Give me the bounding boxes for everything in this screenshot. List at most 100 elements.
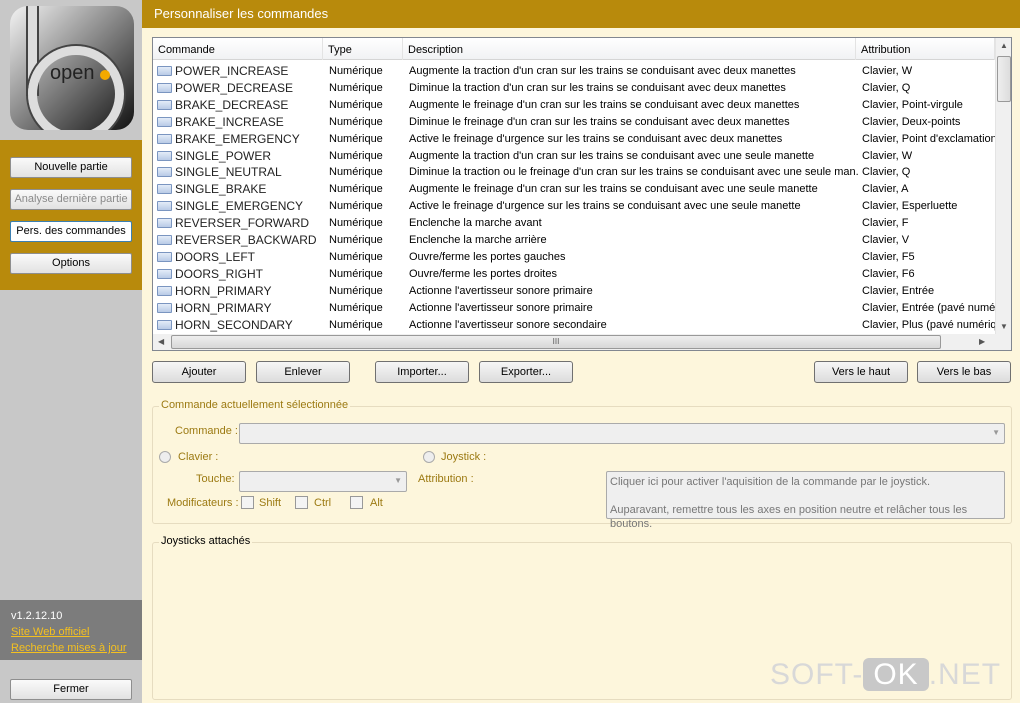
command-assignment: Clavier, Entrée (pavé numérique) — [862, 301, 995, 314]
selected-command-group: Commande actuellement sélectionnée Comma… — [152, 399, 1012, 530]
command-description: Actionne l'avertisseur sonore secondaire — [409, 318, 607, 331]
table-row[interactable]: HORN_PRIMARY Numérique Actionne l'avertiss… — [153, 300, 995, 317]
nav-panel: Nouvelle partie Analyse dernière partie … — [0, 140, 142, 290]
command-name: REVERSER_BACKWARD — [175, 233, 317, 247]
command-assignment: Clavier, Esperluette — [862, 200, 958, 213]
watermark: SOFT- OK .NET — [770, 658, 1002, 691]
command-description: Enclenche la marche arrière — [409, 234, 547, 246]
command-assignment: Clavier, Point d'exclamation — [862, 132, 995, 145]
table-row[interactable]: POWER_INCREASE Numérique Augmente la tract… — [153, 63, 995, 80]
command-assignment: Clavier, W — [862, 149, 913, 162]
keyboard-icon — [157, 235, 172, 245]
command-description: Augmente la traction d'un cran sur les t… — [409, 149, 815, 162]
keyboard-icon — [157, 251, 172, 262]
move-down-button[interactable]: Vers le bas — [917, 361, 1011, 383]
column-command[interactable]: Commande — [153, 38, 323, 60]
joystick-capture-button[interactable]: Cliquer ici pour activer l'aquisition de… — [606, 471, 1005, 530]
vertical-scrollbar[interactable]: ▲ ▼ — [995, 38, 1011, 334]
chevron-down-icon: ▼ — [394, 476, 402, 485]
command-name: POWER_INCREASE — [175, 64, 289, 78]
options-button[interactable]: Options — [10, 253, 132, 274]
ctrl-checkbox[interactable] — [295, 496, 308, 509]
command-description: Diminue le freinage d'un cran sur les tr… — [409, 115, 790, 128]
keyboard-icon — [157, 99, 172, 110]
keyboard-icon — [157, 150, 172, 161]
official-website-link[interactable]: Site Web officiel — [11, 624, 131, 640]
customize-controls-button[interactable]: Pers. des commandes — [10, 221, 132, 242]
command-type: Numérique — [329, 115, 383, 128]
keyboard-icon — [157, 285, 172, 296]
command-assignment: Clavier, Q — [862, 166, 911, 179]
export-button[interactable]: Exporter... — [479, 361, 573, 383]
command-type: Numérique — [329, 284, 383, 297]
alt-checkbox[interactable] — [350, 496, 363, 509]
command-type: Numérique — [329, 166, 383, 179]
command-name: HORN_PRIMARY — [175, 283, 272, 298]
horizontal-scrollbar[interactable]: ◀ III ▶ — [153, 334, 1011, 350]
shift-checkbox[interactable] — [241, 496, 254, 509]
keyboard-icon — [157, 268, 172, 279]
import-button[interactable]: Importer... — [375, 361, 469, 383]
table-row[interactable]: POWER_DECREASE Numérique Diminue la tracti… — [153, 80, 995, 97]
table-row[interactable]: SINGLE_POWER Numérique Augmente la tractio… — [153, 148, 995, 165]
table-row[interactable]: HORN_PRIMARY Numérique Actionne l'avertiss… — [153, 283, 995, 300]
command-name: SINGLE_BRAKE — [175, 182, 267, 197]
keyboard-radio[interactable] — [159, 451, 171, 463]
table-row[interactable]: SINGLE_BRAKE Numérique Augmente le freinag… — [153, 181, 995, 198]
move-up-button[interactable]: Vers le haut — [814, 361, 908, 383]
command-description: Diminue la traction ou le freinage d'un … — [409, 166, 859, 179]
command-description: Augmente le freinage d'un cran sur les t… — [409, 183, 818, 196]
command-description: Ouvre/ferme les portes droites — [409, 267, 557, 280]
command-description: Active le freinage d'urgence sur les tra… — [409, 132, 783, 145]
command-type: Numérique — [329, 234, 383, 246]
table-row[interactable]: REVERSER_FORWARD Numérique Enclenche la ma… — [153, 215, 995, 232]
new-game-button[interactable]: Nouvelle partie — [10, 157, 132, 178]
key-select[interactable]: ▼ — [239, 471, 407, 492]
command-name: BRAKE_DECREASE — [175, 97, 289, 112]
command-assignment: Clavier, Plus (pavé numérique) — [862, 318, 995, 331]
column-type[interactable]: Type — [323, 38, 403, 60]
command-assignment: Clavier, Q — [862, 81, 911, 94]
command-description: Active le freinage d'urgence sur les tra… — [409, 200, 801, 213]
keyboard-icon — [157, 319, 172, 330]
close-button[interactable]: Fermer — [10, 679, 132, 700]
table-row[interactable]: BRAKE_DECREASE Numérique Augmente le frein… — [153, 97, 995, 114]
table-row[interactable]: BRAKE_INCREASE Numérique Diminue le freina… — [153, 114, 995, 131]
add-button[interactable]: Ajouter — [152, 361, 246, 383]
command-description: Actionne l'avertisseur sonore primaire — [409, 284, 593, 297]
remove-button[interactable]: Enlever — [256, 361, 350, 383]
table-row[interactable]: DOORS_RIGHT Numérique Ouvre/ferme les port… — [153, 266, 995, 283]
command-type: Numérique — [329, 132, 383, 145]
command-description: Actionne l'avertisseur sonore primaire — [409, 301, 593, 314]
joystick-radio[interactable] — [423, 451, 435, 463]
table-row[interactable]: HORN_SECONDARY Numérique Actionne l'averti… — [153, 317, 995, 334]
table-row[interactable]: BRAKE_EMERGENCY Numérique Active le freina… — [153, 131, 995, 148]
page-title: Personnaliser les commandes — [142, 0, 1020, 28]
command-type: Numérique — [329, 318, 383, 331]
command-name: SINGLE_EMERGENCY — [175, 199, 304, 214]
commands-list[interactable]: Commande Type Description Attribution PO… — [152, 37, 1012, 351]
command-description: Augmente la traction d'un cran sur les t… — [409, 65, 796, 77]
command-assignment: Clavier, W — [862, 65, 913, 77]
command-name: BRAKE_EMERGENCY — [175, 131, 300, 146]
review-last-game-button[interactable]: Analyse dernière partie — [10, 189, 132, 210]
command-assignment: Clavier, V — [862, 234, 910, 246]
table-row[interactable]: SINGLE_EMERGENCY Numérique Active le frein… — [153, 198, 995, 215]
command-assignment: Clavier, A — [862, 183, 909, 196]
column-assignment[interactable]: Attribution — [856, 38, 995, 60]
check-updates-link[interactable]: Recherche mises à jour — [11, 640, 131, 656]
column-description[interactable]: Description — [403, 38, 856, 60]
keyboard-icon — [157, 167, 172, 178]
command-type: Numérique — [329, 250, 383, 263]
table-row[interactable]: REVERSER_BACKWARD Numérique Enclenche la m… — [153, 232, 995, 249]
version-panel: v1.2.12.10 Site Web officiel Recherche m… — [0, 600, 142, 660]
command-description: Ouvre/ferme les portes gauches — [409, 250, 566, 263]
command-select[interactable]: ▼ — [239, 423, 1005, 444]
command-name: HORN_SECONDARY — [175, 317, 293, 332]
command-name: POWER_DECREASE — [175, 80, 294, 95]
table-row[interactable]: DOORS_LEFT Numérique Ouvre/ferme les porte… — [153, 249, 995, 266]
table-row[interactable]: SINGLE_NEUTRAL Numérique Diminue la tracti… — [153, 164, 995, 181]
version-text: v1.2.12.10 — [11, 610, 63, 622]
keyboard-icon — [157, 218, 172, 229]
command-description: Enclenche la marche avant — [409, 217, 542, 230]
